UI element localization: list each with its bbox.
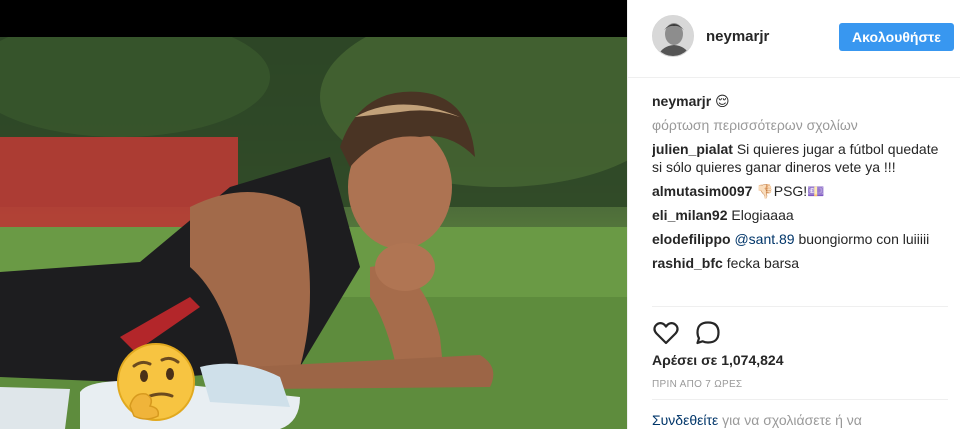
comment-mention-link[interactable]: @sant.89 (734, 231, 794, 247)
comment-username[interactable]: rashid_bfc (652, 255, 723, 271)
author-avatar[interactable] (652, 15, 694, 57)
load-more-comments-link[interactable]: φόρτωση περισσότερων σχολίων (652, 116, 948, 134)
comment-text: 👎🏻PSG!💷 (756, 183, 825, 199)
comment: julien_pialat Si quieres jugar a fútbol … (652, 140, 948, 176)
comments-list[interactable]: neymarjr 😌 φόρτωση περισσότερων σχολίων … (652, 92, 948, 307)
comment-bubble-icon[interactable] (694, 319, 722, 347)
login-link[interactable]: Συνδεθείτε (652, 412, 718, 428)
login-prompt: Συνδεθείτε για να σχολιάσετε ή να (652, 399, 948, 428)
comment-username[interactable]: eli_milan92 (652, 207, 728, 223)
comment-username[interactable]: elodefilippo (652, 231, 731, 247)
thinking-face-emoji (117, 343, 195, 421)
comment: elodefilippo @sant.89 buongiormo con lui… (652, 230, 948, 248)
login-prompt-text: για να σχολιάσετε ή να (722, 412, 862, 428)
comment-username[interactable]: almutasim0097 (652, 183, 752, 199)
comment-text: buongiormo con luiiiii (798, 231, 930, 247)
post-sidebar: neymarjr Ακολουθήστε neymarjr 😌 φόρτωση … (627, 0, 960, 429)
comment-text: Elogiaaaa (731, 207, 794, 223)
comment: rashid_bfc fecka barsa (652, 254, 948, 272)
caption: neymarjr 😌 (652, 92, 948, 110)
author-username[interactable]: neymarjr (706, 28, 769, 45)
heart-icon[interactable] (652, 319, 680, 347)
post-timestamp: ΠΡΙΝ ΑΠΟ 7 ΩΡΕΣ (652, 379, 743, 390)
post-actions (652, 306, 948, 354)
comment: eli_milan92 Elogiaaaa (652, 206, 948, 224)
follow-button[interactable]: Ακολουθήστε (839, 23, 954, 51)
likes-count[interactable]: Αρέσει σε 1,074,824 (652, 352, 783, 368)
post-header: neymarjr Ακολουθήστε (628, 0, 960, 78)
caption-username[interactable]: neymarjr (652, 93, 711, 109)
post-photo[interactable] (0, 37, 627, 429)
comment-text: fecka barsa (726, 255, 800, 271)
caption-text: 😌 (715, 93, 730, 109)
comment: almutasim0097 👎🏻PSG!💷 (652, 182, 948, 200)
avatar-image (653, 16, 693, 56)
photo-illustration (0, 37, 627, 429)
comment-username[interactable]: julien_pialat (652, 141, 733, 157)
post-media[interactable] (0, 0, 627, 429)
